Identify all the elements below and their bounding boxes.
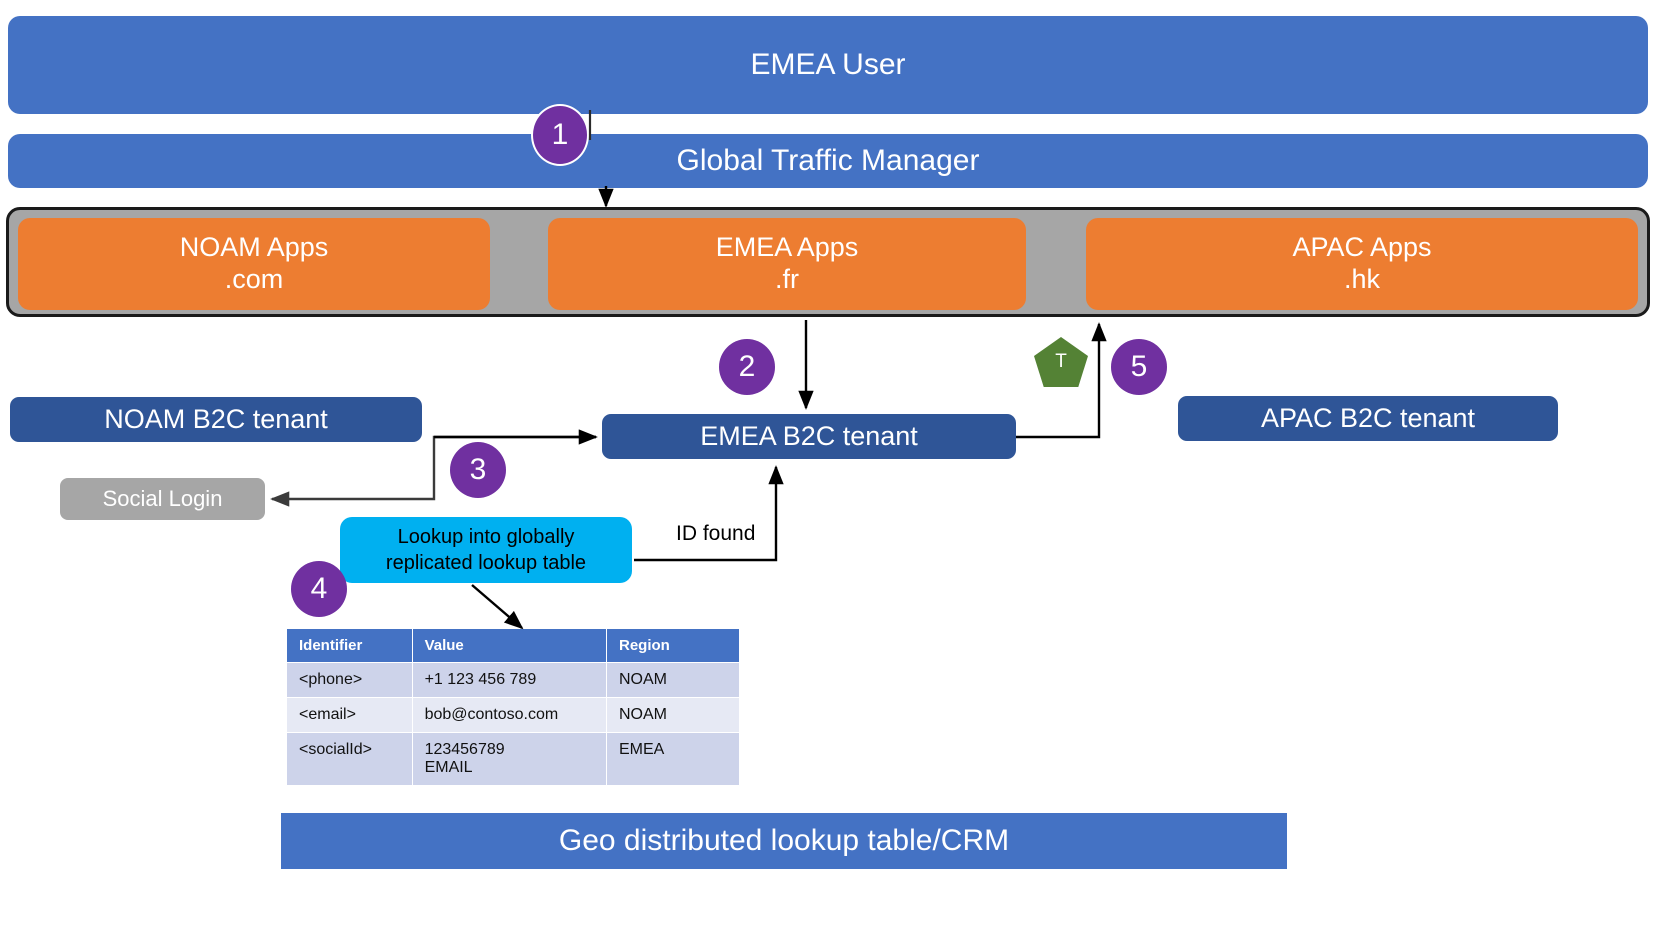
apac-b2c-tenant-box[interactable]: APAC B2C tenant [1178,396,1558,441]
lookup-cell-identifier: <email> [286,697,413,733]
noam-apps-box[interactable]: NOAM Apps .com [18,218,490,310]
social-login-box[interactable]: Social Login [60,478,265,520]
table-row: <email> bob@contoso.com NOAM [286,697,740,733]
lookup-table-header-row: Identifier Value Region [286,628,740,663]
emea-apps-domain: .fr [775,264,799,294]
emea-user-label: EMEA User [750,48,906,82]
global-traffic-manager-bar: Global Traffic Manager [8,134,1648,188]
emea-apps-name: EMEA Apps [715,232,859,263]
lookup-cell-region: NOAM [606,662,740,698]
step-badge-2: 2 [719,339,775,395]
connector-callout-to-lookup-table [471,584,524,630]
step-badge-3: 3 [450,442,506,498]
lookup-cell-value: +1 123 456 789 [411,662,608,698]
connector-id-found-to-emea-tenant [634,465,784,562]
lookup-table-header-identifier: Identifier [286,628,413,663]
lookup-cell-identifier: <socialId> [286,732,413,786]
table-row: <socialId> 123456789 EMAIL EMEA [286,732,740,786]
lookup-table-header-value: Value [411,628,608,663]
step-badge-5: 5 [1111,339,1167,395]
lookup-callout-line-1: Lookup into globally [397,526,575,548]
lookup-cell-region: EMEA [606,732,740,786]
global-traffic-manager-label: Global Traffic Manager [676,144,980,178]
lookup-cell-value: bob@contoso.com [411,697,608,733]
step-badge-4-label: 4 [310,572,328,605]
apps-region-container: NOAM Apps .com EMEA Apps .fr APAC Apps .… [6,207,1650,317]
emea-b2c-tenant-label: EMEA B2C tenant [700,420,918,451]
lookup-table: Identifier Value Region <phone> +1 123 4… [286,628,740,786]
noam-apps-domain: .com [224,264,284,294]
step-badge-5-label: 5 [1130,350,1148,383]
step-badge-4: 4 [291,561,347,617]
social-login-label: Social Login [102,486,223,512]
token-pentagon-label: T [1055,351,1067,372]
emea-user-bar: EMEA User [8,16,1648,114]
step-badge-2-label: 2 [738,350,756,383]
id-found-label: ID found [676,522,756,545]
table-row: <phone> +1 123 456 789 NOAM [286,662,740,698]
lookup-cell-region: NOAM [606,697,740,733]
lookup-callout-box: Lookup into globally replicated lookup t… [340,517,632,583]
apac-b2c-tenant-label: APAC B2C tenant [1260,402,1476,433]
lookup-callout-line-2: replicated lookup table [385,552,587,574]
connector-tenant-to-social-login [270,435,596,507]
step-badge-1: 1 [531,104,589,166]
token-pentagon-icon: T [1034,337,1088,387]
emea-b2c-tenant-box[interactable]: EMEA B2C tenant [602,414,1016,459]
apac-apps-box[interactable]: APAC Apps .hk [1086,218,1638,310]
lookup-cell-identifier: <phone> [286,662,413,698]
lookup-table-header-region: Region [606,628,740,663]
noam-b2c-tenant-label: NOAM B2C tenant [104,403,328,434]
geo-lookup-bottom-bar-label: Geo distributed lookup table/CRM [558,824,1010,858]
emea-apps-box[interactable]: EMEA Apps .fr [548,218,1026,310]
geo-lookup-bottom-bar: Geo distributed lookup table/CRM [281,813,1287,869]
apac-apps-domain: .hk [1343,264,1381,294]
diagram-canvas: EMEA User Global Traffic Manager NOAM Ap… [0,0,1656,930]
noam-b2c-tenant-box[interactable]: NOAM B2C tenant [10,397,422,442]
noam-apps-name: NOAM Apps [179,232,329,263]
apac-apps-name: APAC Apps [1292,232,1432,263]
lookup-cell-value: 123456789 EMAIL [411,732,608,786]
step-badge-3-label: 3 [469,453,487,486]
step-badge-1-label: 1 [551,118,569,151]
